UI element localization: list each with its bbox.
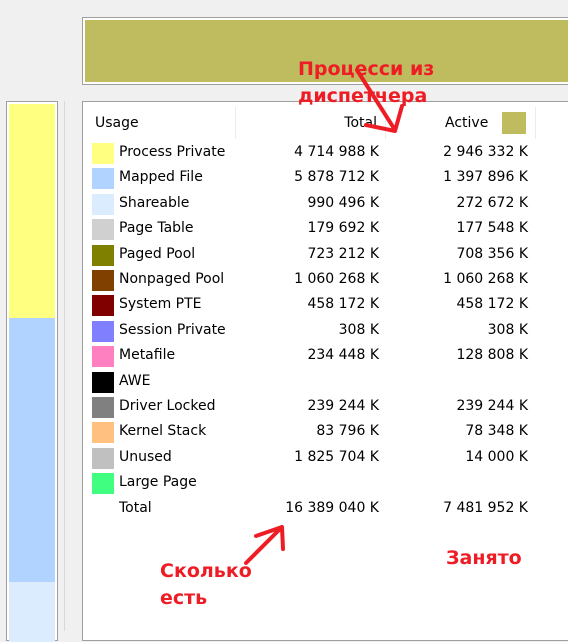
arrow-to-total [244, 525, 285, 565]
arrow-to-active [355, 68, 404, 133]
annotation-arrows [244, 68, 404, 565]
